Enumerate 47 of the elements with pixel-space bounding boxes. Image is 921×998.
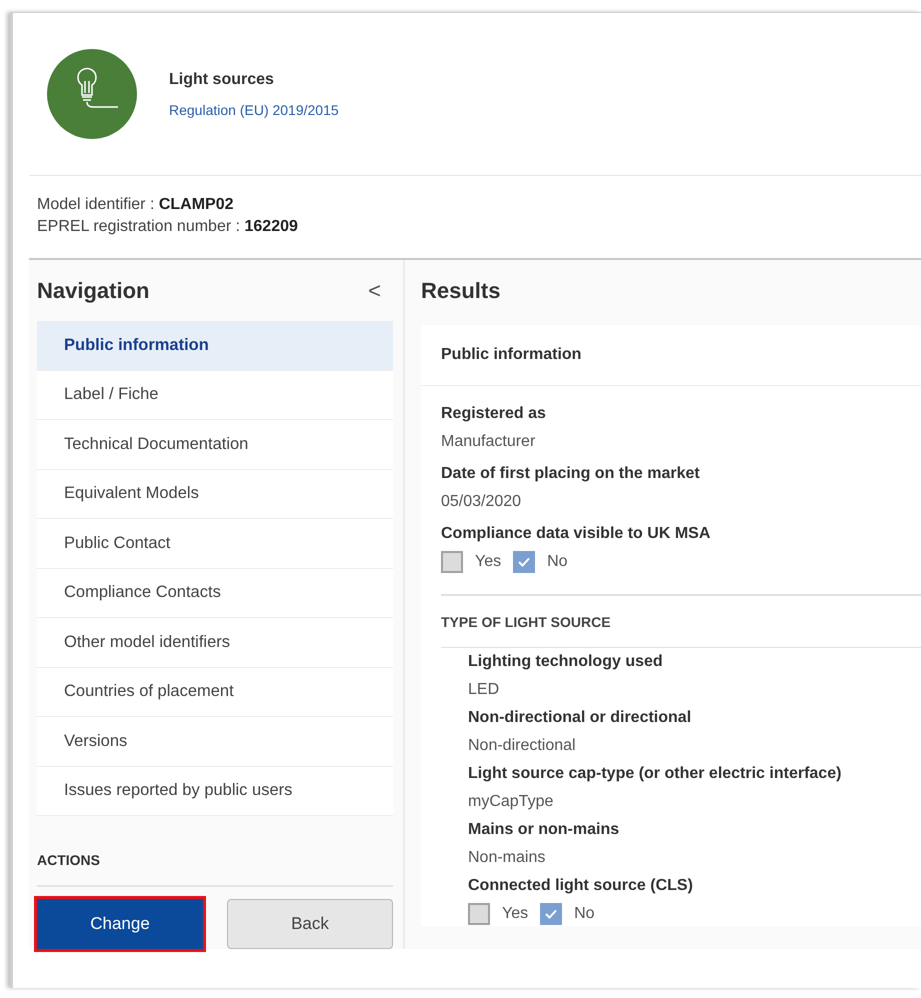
field-value: 05/03/2020 (441, 492, 522, 512)
field-label: Mains or non-mains (468, 820, 620, 840)
navigation-title: Navigation (37, 277, 150, 305)
nav-item[interactable]: Compliance Contacts (37, 568, 393, 618)
field-label: Connected light source (CLS) (468, 876, 694, 896)
nav-item[interactable]: Equivalent Models (37, 470, 393, 519)
field-value: LED (468, 680, 500, 700)
collapse-button[interactable]: < (368, 274, 381, 307)
field-label: Light source cap-type (or other electric interface) (468, 764, 842, 784)
identifier-text: EPREL registration number : 162209 (37, 217, 299, 237)
actions-title: ACTIONS (37, 850, 393, 887)
change-button[interactable]: Change (37, 899, 203, 949)
nav-item[interactable]: Label / Fiche (37, 370, 393, 420)
nav-item[interactable]: Versions (37, 717, 393, 766)
checkbox-label: No (574, 904, 595, 924)
nav-item[interactable]: Issues reported by public users (37, 766, 393, 816)
results-title: Results (421, 277, 502, 305)
section-title: TYPE OF LIGHT SOURCE (441, 594, 921, 647)
checkbox[interactable] (513, 551, 536, 573)
nav-item[interactable]: Technical Documentation (37, 420, 393, 470)
field-label: Lighting technology used (468, 652, 664, 672)
field-label: Non-directional or directional (468, 708, 692, 728)
nav-item[interactable]: Other model identifiers (37, 618, 393, 668)
identifier-text: Model identifier : CLAMP02 (37, 195, 235, 215)
field-value: Non-directional (468, 736, 577, 756)
field-value: Manufacturer (441, 432, 536, 452)
nav-item[interactable]: Public information (37, 321, 393, 370)
field-label: Date of first placing on the market (441, 464, 701, 484)
checkbox-label: Yes (502, 904, 528, 924)
checkbox[interactable] (441, 551, 463, 573)
field-value: Non-mains (468, 848, 546, 868)
nav-item[interactable]: Countries of placement (37, 668, 393, 717)
checkbox[interactable] (540, 903, 562, 925)
field-value: myCapType (468, 792, 554, 812)
checkbox[interactable] (468, 903, 490, 925)
card-title: Public information (421, 325, 921, 386)
nav-item[interactable]: Public Contact (37, 519, 393, 568)
field-label: Compliance data visible to UK MSA (441, 524, 712, 544)
checkmark-icon (518, 557, 530, 567)
back-button[interactable]: Back (227, 899, 393, 949)
field-label: Registered as (441, 404, 547, 424)
checkmark-icon (545, 909, 558, 919)
category-title: Light sources (169, 70, 275, 90)
checkbox-label: No (547, 552, 568, 572)
checkbox-label: Yes (475, 552, 502, 572)
lightbulb-logo-icon (47, 49, 137, 139)
regulation-link[interactable]: Regulation (EU) 2019/2015 (169, 100, 339, 120)
